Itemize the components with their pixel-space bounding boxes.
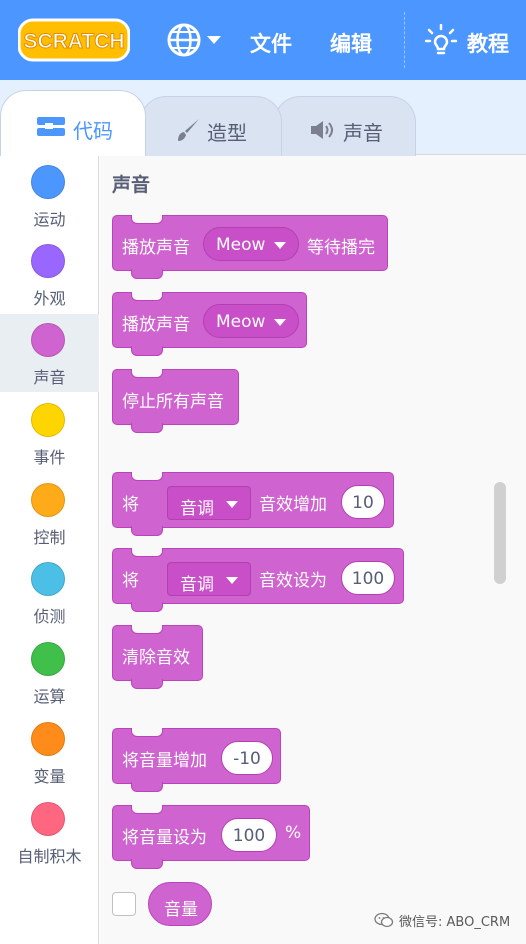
category-menu: 运动 外观 声音 事件 控制 侦测 运算 变量 自制积木 xyxy=(0,154,99,944)
block-text: 清除音效 xyxy=(122,648,190,668)
block-text: 将 xyxy=(122,571,139,591)
effect-dropdown-value: 音调 xyxy=(180,575,214,595)
sound-dropdown[interactable]: Meow xyxy=(203,304,299,338)
block-text: 播放声音 xyxy=(122,315,190,335)
category-variables-dot xyxy=(31,722,65,756)
sound-dropdown-value: Meow xyxy=(216,312,266,332)
menu-bar: SCRATCH 文件 编辑 教程 xyxy=(0,0,526,80)
category-label: 运算 xyxy=(33,687,66,706)
sound-dropdown-value: Meow xyxy=(216,235,266,255)
block-change-effect[interactable]: 将 音调 音效增加 10 xyxy=(112,472,394,536)
watermark-text: 微信号: ABO_CRM xyxy=(399,915,511,930)
globe-icon[interactable] xyxy=(166,22,202,58)
category-sound-dot xyxy=(31,323,65,357)
block-text: 等待播完 xyxy=(307,238,375,258)
category-control-dot xyxy=(31,483,65,517)
block-clear-sound-effects[interactable]: 清除音效 xyxy=(112,625,203,689)
menu-divider xyxy=(404,12,405,68)
block-text: 停止所有声音 xyxy=(122,392,224,412)
category-label: 事件 xyxy=(33,448,66,467)
tab-costumes[interactable]: 造型 xyxy=(140,96,282,156)
speaker-icon xyxy=(311,121,333,139)
paintbrush-icon xyxy=(178,119,199,141)
effect-dropdown[interactable]: 音调 xyxy=(167,486,251,520)
palette-section-title: 声音 xyxy=(112,174,151,196)
chevron-down-icon xyxy=(226,577,238,584)
wechat-icon xyxy=(374,912,394,928)
effect-value: 10 xyxy=(352,493,374,513)
effect-value-input[interactable]: 100 xyxy=(341,561,395,595)
block-change-volume[interactable]: 将音量增加 -10 xyxy=(112,728,281,792)
category-motion[interactable]: 运动 xyxy=(0,156,99,234)
volume-monitor-checkbox[interactable] xyxy=(112,892,136,916)
chevron-down-icon xyxy=(274,319,286,326)
category-label: 侦测 xyxy=(33,607,66,626)
block-set-effect[interactable]: 将 音调 音效设为 100 xyxy=(112,548,404,612)
reporter-text: 音量 xyxy=(164,900,198,920)
category-events-dot xyxy=(31,403,65,437)
block-text: % xyxy=(285,823,302,843)
category-operators[interactable]: 运算 xyxy=(0,633,99,711)
category-label: 外观 xyxy=(33,289,66,308)
category-events[interactable]: 事件 xyxy=(0,394,99,472)
menu-edit[interactable]: 编辑 xyxy=(330,28,372,58)
effect-value-input[interactable]: 10 xyxy=(341,485,385,519)
block-play-sound-until-done[interactable]: 播放声音 Meow 等待播完 xyxy=(112,215,388,279)
category-label: 控制 xyxy=(33,528,66,547)
effect-dropdown[interactable]: 音调 xyxy=(167,562,251,596)
chevron-down-icon xyxy=(274,242,286,249)
effect-dropdown-value: 音调 xyxy=(180,499,214,519)
volume-reporter[interactable]: 音量 xyxy=(148,882,212,926)
logo-text: SCRATCH xyxy=(23,30,124,53)
sound-dropdown[interactable]: Meow xyxy=(203,227,299,261)
block-text: 将 xyxy=(122,495,139,515)
category-sensing-dot xyxy=(31,562,65,596)
effect-value: 100 xyxy=(351,569,385,589)
chevron-down-icon xyxy=(226,501,238,508)
volume-value: -10 xyxy=(233,749,261,769)
chevron-down-icon[interactable] xyxy=(207,36,221,44)
scratch-logo[interactable]: SCRATCH xyxy=(18,17,130,63)
tab-sounds[interactable]: 声音 xyxy=(274,96,416,156)
category-label: 变量 xyxy=(33,767,66,786)
category-motion-dot xyxy=(31,165,65,199)
tab-code-label: 代码 xyxy=(73,119,113,143)
category-sound[interactable]: 声音 xyxy=(0,314,99,392)
category-sensing[interactable]: 侦测 xyxy=(0,553,99,631)
block-stop-all-sounds[interactable]: 停止所有声音 xyxy=(112,369,239,433)
block-text: 将音量设为 xyxy=(122,828,207,848)
category-control[interactable]: 控制 xyxy=(0,474,99,552)
category-my-blocks[interactable]: 自制积木 xyxy=(0,793,99,871)
volume-value: 100 xyxy=(232,826,266,846)
block-text: 将音量增加 xyxy=(122,751,207,771)
category-variables[interactable]: 变量 xyxy=(0,713,99,791)
block-text: 音效增加 xyxy=(259,495,327,515)
block-start-sound[interactable]: 播放声音 Meow xyxy=(112,292,307,356)
block-set-volume[interactable]: 将音量设为 100 % xyxy=(112,805,310,869)
lightbulb-icon[interactable] xyxy=(425,24,457,58)
tab-code[interactable]: 代码 xyxy=(0,90,146,156)
tab-costumes-label: 造型 xyxy=(207,121,247,145)
category-my-blocks-dot xyxy=(31,802,65,836)
block-text: 播放声音 xyxy=(122,238,190,258)
code-icon xyxy=(37,117,65,136)
palette-scrollbar[interactable] xyxy=(494,482,506,584)
category-label: 运动 xyxy=(33,210,66,229)
category-label: 声音 xyxy=(33,368,66,387)
category-looks-dot xyxy=(31,244,65,278)
category-operators-dot xyxy=(31,642,65,676)
category-label: 自制积木 xyxy=(17,847,82,866)
menu-tutorials[interactable]: 教程 xyxy=(467,28,509,58)
tab-sounds-label: 声音 xyxy=(343,121,383,145)
volume-value-input[interactable]: 100 xyxy=(221,818,277,852)
volume-value-input[interactable]: -10 xyxy=(221,741,273,775)
category-looks[interactable]: 外观 xyxy=(0,235,99,313)
menu-file[interactable]: 文件 xyxy=(250,28,292,58)
block-text: 音效设为 xyxy=(259,571,327,591)
